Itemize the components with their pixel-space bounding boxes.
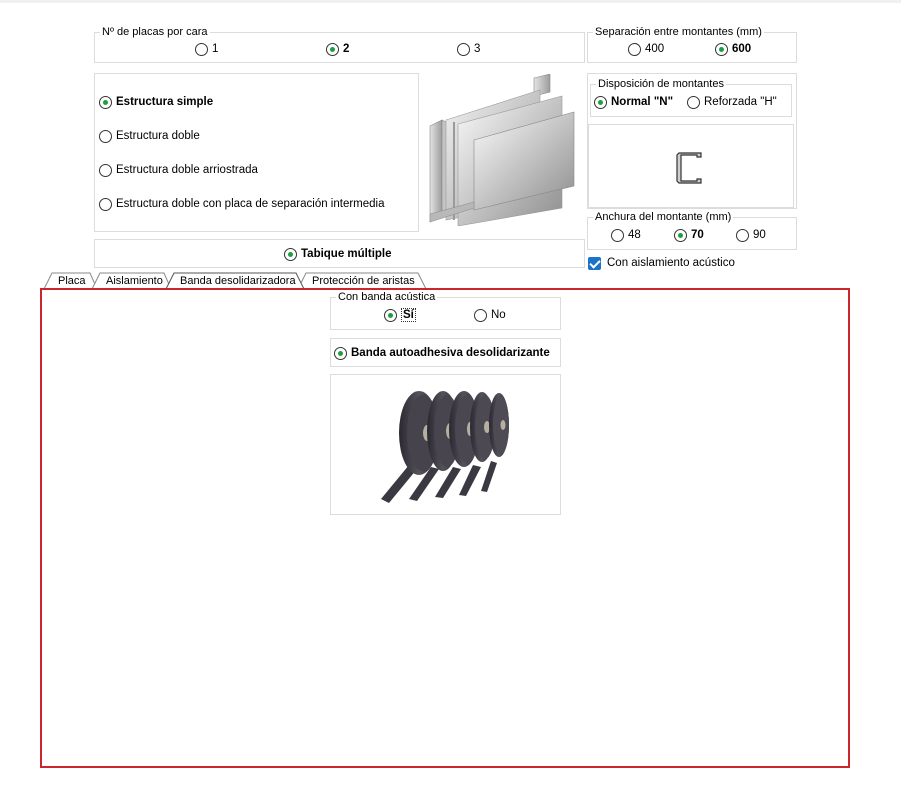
placas-group: Nº de placas por cara 1 2 3 xyxy=(94,26,585,63)
montante-preview xyxy=(588,124,794,208)
banda-image-box xyxy=(330,374,561,515)
banda-acustica-group: Con banda acústica Sí No xyxy=(330,291,561,330)
separacion-group: Separación entre montantes (mm) 400 600 xyxy=(587,26,797,63)
placas-radio-3[interactable]: 3 xyxy=(457,42,480,56)
radio-indicator xyxy=(99,129,112,143)
placas-radio-1[interactable]: 1 xyxy=(195,42,218,56)
estructura-illustration xyxy=(424,73,576,227)
radio-indicator xyxy=(715,42,728,56)
radio-indicator xyxy=(99,197,112,211)
top-strip xyxy=(0,0,901,3)
radio-indicator xyxy=(474,308,487,322)
tabique-group: Tabique múltiple xyxy=(94,239,585,268)
disposicion-normal-radio[interactable]: Normal "N" xyxy=(594,95,673,109)
placas-legend: Nº de placas por cara xyxy=(100,26,210,39)
radio-indicator xyxy=(628,42,641,56)
radio-indicator xyxy=(457,42,470,56)
banda-autoadhesiva-radio[interactable]: Banda autoadhesiva desolidarizante xyxy=(334,346,550,360)
estructura-group: Estructura simple Estructura doble Estru… xyxy=(94,73,419,232)
aislamiento-acustico-checkbox[interactable]: Con aislamiento acústico xyxy=(588,256,735,270)
radio-indicator xyxy=(674,228,687,242)
banda-no-radio[interactable]: No xyxy=(474,308,506,322)
disposicion-reforzada-radio[interactable]: Reforzada "H" xyxy=(687,95,777,109)
anchura-radio-70[interactable]: 70 xyxy=(674,228,704,242)
estructura-intermedia-radio[interactable]: Estructura doble con placa de separación… xyxy=(99,197,385,211)
anchura-legend: Anchura del montante (mm) xyxy=(593,211,734,224)
estructura-doble-radio[interactable]: Estructura doble xyxy=(99,129,200,143)
banda-rolls-image xyxy=(381,391,509,503)
placas-radio-2[interactable]: 2 xyxy=(326,42,349,56)
anchura-group: Anchura del montante (mm) 48 70 90 xyxy=(587,211,797,250)
radio-indicator xyxy=(99,95,112,109)
estructura-arriostrada-radio[interactable]: Estructura doble arriostrada xyxy=(99,163,258,177)
radio-indicator xyxy=(99,163,112,177)
anchura-radio-90[interactable]: 90 xyxy=(736,228,766,242)
radio-indicator xyxy=(736,228,749,242)
banda-acustica-legend: Con banda acústica xyxy=(336,291,438,304)
separacion-radio-400[interactable]: 400 xyxy=(628,42,664,56)
tab-placa[interactable]: Placa xyxy=(58,275,86,288)
tab-banda-desolidarizadora[interactable]: Banda desolidarizadora xyxy=(180,275,296,288)
c-profile-icon xyxy=(676,152,702,184)
radio-indicator xyxy=(284,247,297,261)
radio-indicator xyxy=(384,308,397,322)
disposicion-group: Disposición de montantes Normal "N" Refo… xyxy=(590,78,792,117)
tab-proteccion-aristas[interactable]: Protección de aristas xyxy=(312,275,415,288)
banda-tipo-group: Banda autoadhesiva desolidarizante xyxy=(330,338,561,367)
radio-indicator xyxy=(611,228,624,242)
radio-indicator xyxy=(334,346,347,360)
checkbox-checked-icon xyxy=(588,256,601,270)
separacion-radio-600[interactable]: 600 xyxy=(715,42,751,56)
tabique-multiple-radio[interactable]: Tabique múltiple xyxy=(284,247,392,261)
radio-indicator xyxy=(195,42,208,56)
radio-indicator xyxy=(326,42,339,56)
estructura-simple-radio[interactable]: Estructura simple xyxy=(99,95,213,109)
tab-aislamiento[interactable]: Aislamiento xyxy=(106,275,163,288)
radio-indicator xyxy=(687,95,700,109)
radio-indicator xyxy=(594,95,607,109)
separacion-legend: Separación entre montantes (mm) xyxy=(593,26,764,39)
banda-si-radio[interactable]: Sí xyxy=(384,308,416,322)
anchura-radio-48[interactable]: 48 xyxy=(611,228,641,242)
disposicion-legend: Disposición de montantes xyxy=(596,78,726,91)
